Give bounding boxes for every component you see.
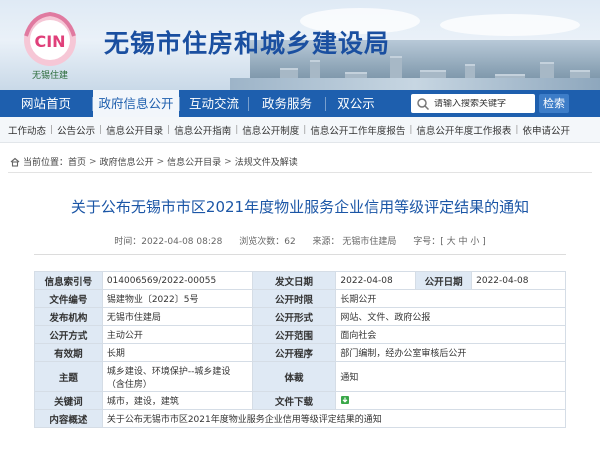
subnav-annual-report[interactable]: 信息公开工作年度报告 xyxy=(310,123,405,137)
key-issue-date: 发文日期 xyxy=(251,271,337,290)
table-row: 发布机构 无锡市住建局 公开形式 网站、文件、政府公报 xyxy=(34,307,566,326)
nav-home[interactable]: 网站首页 xyxy=(0,90,92,117)
table-row: 公开方式 主动公开 公开范围 面向社会 xyxy=(34,325,566,344)
site-title: 无锡市住房和城乡建设局 xyxy=(104,29,391,58)
nav-gov-service[interactable]: 政务服务 xyxy=(249,90,325,117)
article-meta: 时间：2022-04-08 08:28 浏览次数：62 来源： 无锡市住建局 字… xyxy=(0,234,600,247)
meta-views: 浏览次数：62 xyxy=(239,237,296,247)
download-icon[interactable] xyxy=(340,395,350,405)
subnav-annual-statement[interactable]: 信息公开年度工作报表 xyxy=(416,123,511,137)
search-button[interactable]: 检索 xyxy=(539,94,569,113)
subnav-on-request[interactable]: 依申请公开 xyxy=(522,123,570,137)
logo-text: CIN xyxy=(34,32,65,51)
table-row: 关键词 城市，建设，建筑 文件下载 xyxy=(34,391,566,410)
subnav-work-news[interactable]: 工作动态 xyxy=(8,123,46,137)
nav-gov-info[interactable]: 政府信息公开 xyxy=(93,90,179,117)
subnav-announcements[interactable]: 公告公示 xyxy=(57,123,95,137)
key-public-date: 公开日期 xyxy=(415,271,473,290)
meta-source: 来源： 无锡市住建局 xyxy=(312,237,397,247)
logo-icon[interactable]: CIN 无锡住建 xyxy=(12,6,92,86)
breadcrumb: 当前位置： 首页 > 政府信息公开 > 信息公开目录 > 法规文件及解读 xyxy=(10,155,298,168)
home-icon xyxy=(10,157,20,167)
table-row: 主题 城乡建设、环境保护--城乡建设（含住房） 体裁 通知 xyxy=(34,361,566,392)
sub-nav: 工作动态 | 公告公示 | 信息公开目录 | 信息公开指南 | 信息公开制度 | 信息公开… xyxy=(0,117,600,143)
meta-time: 时间：2022-04-08 08:28 xyxy=(114,237,223,247)
subnav-catalog[interactable]: 信息公开目录 xyxy=(106,123,163,137)
subnav-guide[interactable]: 信息公开指南 xyxy=(174,123,231,137)
info-table: 信息索引号 014006569/2022-00055 发文日期 2022-04-… xyxy=(34,271,567,428)
site-banner: CIN 无锡住建 无锡市住房和城乡建设局 xyxy=(0,0,600,90)
search-input[interactable] xyxy=(434,98,534,109)
search-icon xyxy=(417,97,430,110)
subnav-system[interactable]: 信息公开制度 xyxy=(242,123,299,137)
logo-subtext: 无锡住建 xyxy=(32,69,68,81)
table-row: 信息索引号 014006569/2022-00055 发文日期 2022-04-… xyxy=(34,271,566,290)
table-row: 内容概述 关于公布无锡市市区2021年度物业服务企业信用等级评定结果的通知 xyxy=(34,409,567,428)
nav-interaction[interactable]: 互动交流 xyxy=(180,90,248,117)
main-nav: 网站首页 政府信息公开 互动交流 政务服务 双公示 检索 xyxy=(0,90,600,117)
table-row: 文件编号 锡建物业〔2022〕5号 公开时限 长期公开 xyxy=(34,289,566,308)
breadcrumb-gov-info[interactable]: 政府信息公开 xyxy=(100,155,154,168)
breadcrumb-catalog[interactable]: 信息公开目录 xyxy=(167,155,221,168)
font-size-toggle[interactable]: 字号：[ 大 中 小 ] xyxy=(413,237,485,247)
breadcrumb-home[interactable]: 首页 xyxy=(68,155,86,168)
value-issue-date: 2022-04-08 xyxy=(335,271,417,290)
value-index-no: 014006569/2022-00055 xyxy=(101,271,253,290)
nav-double-publicity[interactable]: 双公示 xyxy=(326,90,386,117)
value-public-date: 2022-04-08 xyxy=(471,271,566,290)
breadcrumb-prefix: 当前位置： xyxy=(23,158,69,168)
search-box xyxy=(411,94,535,113)
breadcrumb-regulations[interactable]: 法规文件及解读 xyxy=(235,155,298,168)
key-index-no: 信息索引号 xyxy=(34,271,103,290)
article-title: 关于公布无锡市市区2021年度物业服务企业信用等级评定结果的通知 xyxy=(70,198,530,216)
table-row: 有效期 长期 公开程序 部门编制，经办公室审核后公开 xyxy=(34,343,566,362)
